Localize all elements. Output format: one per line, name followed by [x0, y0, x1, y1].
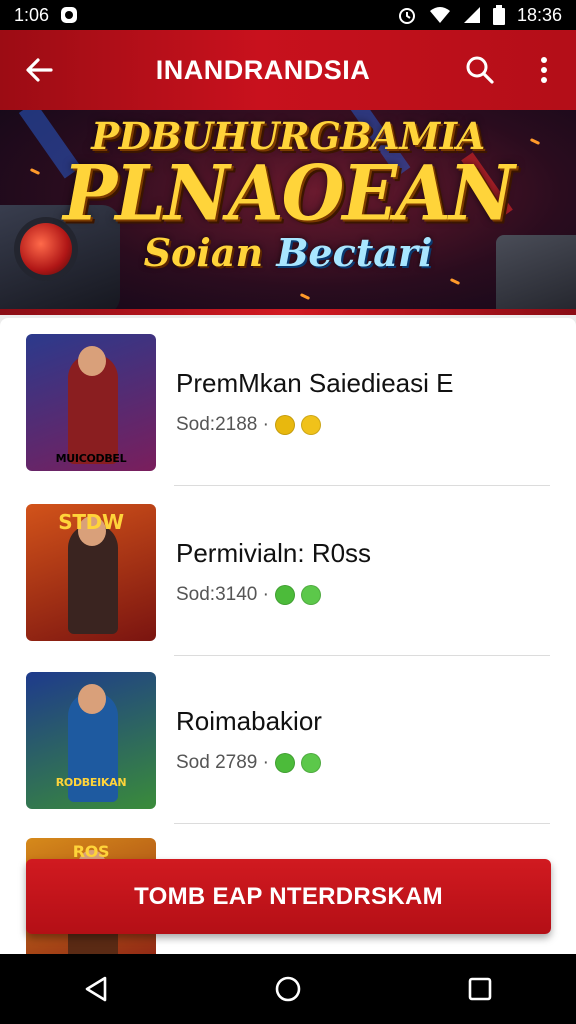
search-button[interactable] — [448, 30, 512, 110]
thumbnail-head — [78, 346, 106, 376]
game-meta-text: Sod:3140 · — [176, 584, 269, 605]
game-meta: Sod:3140 · — [176, 584, 321, 606]
status-time-right: 18:36 — [516, 4, 562, 25]
banner-subtitle-part2: Bectari — [276, 230, 433, 275]
primary-cta-button[interactable]: TOMB EAP NTERDRSKAM — [26, 859, 551, 934]
wifi-icon — [429, 6, 451, 24]
thumbnail-label: RODBEIKAN — [55, 776, 127, 789]
promo-banner[interactable]: PDBUHURGBAMIA PLNAOEAN Soian Bectari — [0, 110, 576, 315]
status-bar: 1:06 18:36 — [0, 0, 576, 30]
arrow-left-icon — [26, 58, 53, 82]
game-meta-text: Sod:2188 · — [176, 414, 269, 435]
thumbnail-head — [78, 684, 106, 714]
banner-headline-main: PLNAOEAN — [63, 147, 515, 238]
app-bar: INANDRANDSIA — [0, 30, 576, 110]
coin-badge-icon — [274, 585, 295, 605]
banner-divider — [0, 309, 576, 315]
triangle-back-icon — [85, 976, 107, 1002]
notification-icon — [59, 5, 79, 25]
banner-spark — [449, 278, 461, 285]
game-title: PremMkan Saiedieasi E — [176, 368, 454, 398]
list-item[interactable]: RODBEIKAN Roimabakior Sod 2789 · — [0, 656, 576, 824]
back-button[interactable] — [0, 30, 78, 110]
star-badge-icon — [300, 415, 321, 435]
coin-badge-icon — [274, 753, 295, 773]
thumbnail-label: STDW — [58, 510, 124, 534]
game-thumbnail: STDW — [26, 504, 156, 641]
app-title: INANDRANDSIA — [155, 54, 371, 85]
game-thumbnail: RODBEIKAN — [26, 672, 156, 809]
game-meta-text: Sod 2789 · — [176, 752, 269, 773]
circle-home-icon — [275, 976, 301, 1002]
banner-subtitle: Soian Bectari — [0, 230, 576, 275]
star-badge-icon — [300, 753, 321, 773]
game-meta: Sod:2188 · — [176, 414, 321, 436]
game-title: Roimabakior — [176, 706, 322, 736]
game-meta: Sod 2789 · — [176, 752, 321, 774]
signal-icon — [463, 6, 481, 24]
battery-icon — [492, 5, 505, 25]
game-title: Permivialn: R0ss — [176, 538, 372, 568]
coin-badge-icon — [274, 415, 295, 435]
nav-recents-button[interactable] — [440, 954, 520, 1024]
nav-home-button[interactable] — [248, 954, 328, 1024]
thumbnail-label: MUICODBEL — [55, 452, 127, 465]
more-vertical-icon — [541, 57, 547, 83]
list-divider — [174, 485, 550, 486]
alarm-icon — [397, 5, 417, 25]
banner-spark — [299, 293, 311, 300]
star-badge-icon — [300, 585, 321, 605]
list-item[interactable]: MUICODBEL PremMkan Saiedieasi E Sod:2188… — [0, 318, 576, 486]
banner-subtitle-part1: Soian — [143, 230, 264, 275]
nav-back-button[interactable] — [56, 954, 136, 1024]
list-item[interactable]: STDW Permivialn: R0ss Sod:3140 · — [0, 488, 576, 656]
square-recents-icon — [468, 977, 492, 1001]
more-options-button[interactable] — [512, 30, 576, 110]
system-nav-bar — [0, 954, 576, 1024]
search-icon — [466, 56, 494, 84]
game-thumbnail: MUICODBEL — [26, 334, 156, 471]
status-time-left: 1:06 — [14, 4, 50, 25]
